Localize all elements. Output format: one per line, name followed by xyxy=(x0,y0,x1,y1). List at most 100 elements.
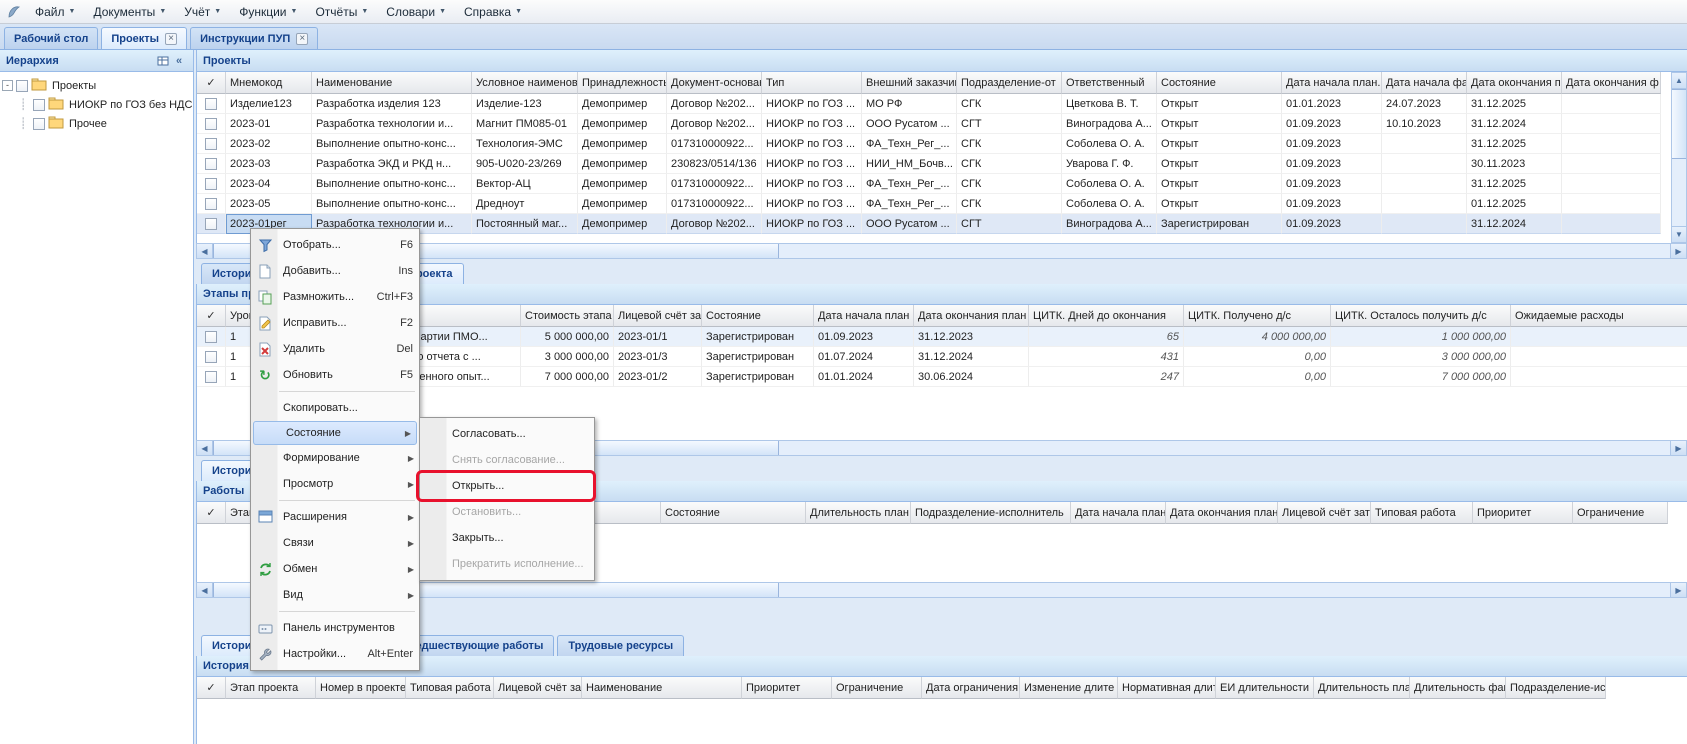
column-header[interactable]: ЦИТК. Получено д/с xyxy=(1184,305,1331,327)
menubar-item[interactable]: Отчёты▼ xyxy=(306,2,377,22)
table-row[interactable]: 1Изготовление опытной партии ПМО...5 000… xyxy=(197,327,1687,347)
row-checkbox[interactable] xyxy=(205,118,217,130)
column-header[interactable]: ЦИТК. Дней до окончания xyxy=(1029,305,1184,327)
menubar-item[interactable]: Учёт▼ xyxy=(175,2,230,22)
tab-close-icon[interactable]: × xyxy=(165,33,177,45)
menubar-item[interactable]: Справка▼ xyxy=(455,2,531,22)
row-checkbox[interactable] xyxy=(205,371,217,383)
column-header[interactable]: Типовая работа xyxy=(406,677,494,699)
tree-node-label[interactable]: НИОКР по ГОЗ без НДС xyxy=(67,99,194,111)
menu-item[interactable]: Состояние▶ xyxy=(253,421,417,445)
menubar-item[interactable]: Словари▼ xyxy=(377,2,455,22)
column-header[interactable]: Состояние xyxy=(661,502,806,524)
section-tab[interactable]: Трудовые ресурсы xyxy=(557,635,684,656)
column-header[interactable]: ЕИ длительности xyxy=(1216,677,1314,699)
menu-item[interactable]: ↻ОбновитьF5 xyxy=(251,362,419,388)
column-header[interactable]: Дата окончания ф xyxy=(1562,72,1661,94)
column-header[interactable]: Тип xyxy=(762,72,862,94)
table-row[interactable]: 2023-05Выполнение опытно-конс...Дредноут… xyxy=(197,194,1661,214)
tab-close-icon[interactable]: × xyxy=(296,33,308,45)
column-header[interactable]: Дата окончания п xyxy=(1467,72,1562,94)
column-header[interactable]: Дата ограничения xyxy=(922,677,1020,699)
column-header[interactable]: Типовая работа xyxy=(1371,502,1473,524)
column-header[interactable]: Длительность план▼ xyxy=(806,502,911,524)
menubar-item[interactable]: Документы▼ xyxy=(84,2,175,22)
menu-item[interactable]: Открыть... xyxy=(420,473,594,499)
column-header[interactable]: Наименование xyxy=(312,72,472,94)
menu-item[interactable]: Согласовать... xyxy=(420,421,594,447)
column-header[interactable]: Состояние xyxy=(702,305,814,327)
column-header[interactable]: Ограничение xyxy=(1573,502,1668,524)
menubar-item[interactable]: Функции▼ xyxy=(230,2,306,22)
tree-checkbox[interactable] xyxy=(16,80,28,92)
tree-checkbox[interactable] xyxy=(33,118,45,130)
column-header[interactable]: Ответственный xyxy=(1062,72,1157,94)
menu-item[interactable]: Формирование▶ xyxy=(251,445,419,471)
column-header[interactable]: Длительность фак xyxy=(1410,677,1506,699)
column-header[interactable]: Документ-основан xyxy=(667,72,762,94)
column-header[interactable]: ЦИТК. Осталось получить д/с xyxy=(1331,305,1511,327)
column-header[interactable]: Приоритет xyxy=(1473,502,1573,524)
column-header[interactable]: Ожидаемые расходы xyxy=(1511,305,1687,327)
tree-node[interactable]: ┊Прочее xyxy=(16,114,191,133)
collapse-sidebar-icon[interactable]: « xyxy=(171,53,187,69)
table-row[interactable]: 2023-03Разработка ЭКД и РКД н...905-U020… xyxy=(197,154,1661,174)
column-header[interactable]: Подразделение-от xyxy=(957,72,1062,94)
tree-node[interactable]: - Проекты xyxy=(2,76,191,95)
column-header[interactable]: Дата окончания план xyxy=(914,305,1029,327)
row-checkbox[interactable] xyxy=(205,158,217,170)
column-header[interactable]: Условное наименова xyxy=(472,72,578,94)
column-header[interactable]: Приоритет xyxy=(742,677,832,699)
row-checkbox[interactable] xyxy=(205,98,217,110)
menu-item[interactable]: Настройки...Alt+Enter xyxy=(251,641,419,667)
column-header[interactable]: Дата начала факт xyxy=(1382,72,1467,94)
tree-node[interactable]: ┊НИОКР по ГОЗ без НДС xyxy=(16,95,191,114)
menu-item[interactable]: Обмен▶ xyxy=(251,556,419,582)
scroll-right-icon[interactable]: ▶ xyxy=(1670,244,1686,258)
scroll-left-icon[interactable]: ◀ xyxy=(197,244,213,258)
column-header-select[interactable]: ✓ xyxy=(197,72,226,94)
column-header[interactable]: Принадлежность xyxy=(578,72,667,94)
row-checkbox[interactable] xyxy=(205,138,217,150)
tree-node-label[interactable]: Проекты xyxy=(50,80,98,92)
scroll-left-icon[interactable]: ◀ xyxy=(197,441,213,455)
row-checkbox[interactable] xyxy=(205,178,217,190)
column-header[interactable]: Этап проекта xyxy=(226,677,316,699)
table-row[interactable]: 2023-01Разработка технологии и...Магнит … xyxy=(197,114,1661,134)
menu-item[interactable]: Связи▶ xyxy=(251,530,419,556)
menu-item[interactable]: Исправить...F2 xyxy=(251,310,419,336)
column-header[interactable]: Дата окончания план xyxy=(1166,502,1278,524)
tree-expander-icon[interactable]: - xyxy=(2,80,13,91)
scroll-right-icon[interactable]: ▶ xyxy=(1670,583,1686,597)
menu-item[interactable]: Расширения▶ xyxy=(251,504,419,530)
menu-item[interactable]: УдалитьDel xyxy=(251,336,419,362)
menu-item[interactable]: Скопировать... xyxy=(251,395,419,421)
column-header[interactable]: Лицевой счёт затр xyxy=(494,677,582,699)
table-row[interactable]: 1Разработка технического отчета с ...3 0… xyxy=(197,347,1687,367)
column-header[interactable]: Подразделение-ис xyxy=(1506,677,1606,699)
column-header[interactable]: Лицевой счёт затр xyxy=(1278,502,1371,524)
main-tab[interactable]: Проекты× xyxy=(101,27,187,49)
row-checkbox[interactable] xyxy=(205,331,217,343)
column-header[interactable]: Длительность пла xyxy=(1314,677,1410,699)
menu-item[interactable]: Добавить...Ins xyxy=(251,258,419,284)
column-header[interactable]: Изменение длите xyxy=(1020,677,1118,699)
menubar-item[interactable]: Файл▼ xyxy=(26,2,84,22)
column-header[interactable]: Дата начала план. xyxy=(1282,72,1382,94)
column-header[interactable]: Номер в проекте xyxy=(316,677,406,699)
main-tab[interactable]: Рабочий стол xyxy=(4,27,98,49)
table-row[interactable]: 1Исследование произведенного опыт...7 00… xyxy=(197,367,1687,387)
column-header[interactable]: Ограничение xyxy=(832,677,922,699)
menu-item[interactable]: Панель инструментов xyxy=(251,615,419,641)
column-header[interactable]: Стоимость этапа xyxy=(521,305,614,327)
table-row[interactable]: Изделие123Разработка изделия 123Изделие-… xyxy=(197,94,1661,114)
menu-item[interactable]: Вид▶ xyxy=(251,582,419,608)
scroll-right-icon[interactable]: ▶ xyxy=(1670,441,1686,455)
row-checkbox[interactable] xyxy=(205,198,217,210)
menu-item[interactable]: Размножить...Ctrl+F3 xyxy=(251,284,419,310)
main-tab[interactable]: Инструкции ПУП× xyxy=(190,27,318,49)
column-header-select[interactable]: ✓ xyxy=(197,502,226,524)
scroll-thumb[interactable] xyxy=(1672,89,1686,159)
tree-node-label[interactable]: Прочее xyxy=(67,118,109,130)
column-header[interactable]: Внешний заказчик xyxy=(862,72,957,94)
